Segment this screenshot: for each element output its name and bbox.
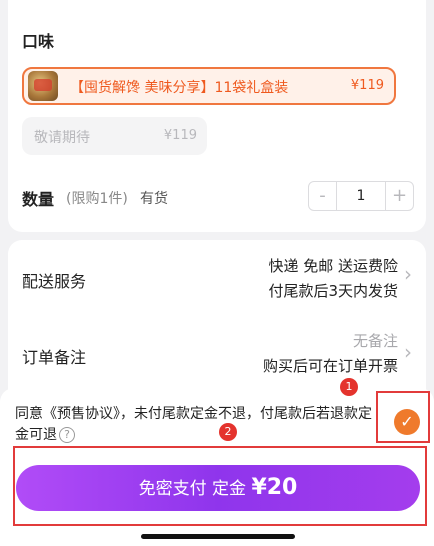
presale-agreement[interactable]: 同意《预售协议》，未付尾款定金不退，付尾款后若退款定金可退?	[15, 404, 375, 446]
delivery-line-2: 付尾款后3天内发货	[268, 282, 398, 300]
flavor-option-label: 敬请期待	[34, 130, 90, 146]
delivery-line-1: 快递 免邮 送运费险	[268, 257, 398, 275]
increment-button[interactable]: +	[385, 182, 413, 210]
chevron-right-icon[interactable]: ›	[404, 340, 412, 364]
flavor-title: 口味	[22, 32, 55, 51]
flavor-option-coming-soon[interactable]: 敬请期待 ¥119	[22, 117, 207, 155]
delivery-label: 配送服务	[22, 272, 87, 291]
flavor-option-price: ¥119	[163, 128, 197, 143]
annotation-badge-1: 1	[340, 378, 358, 396]
remark-line-2: 购买后可在订单开票	[262, 357, 398, 375]
remark-info[interactable]: 无备注 购买后可在订单开票	[263, 329, 398, 379]
stock-status: 有货	[140, 191, 168, 207]
flavor-option-label: 【囤货解馋 美味分享】11袋礼盒装	[70, 80, 289, 96]
home-indicator	[141, 534, 295, 539]
pay-label: 免密支付 定金	[138, 479, 252, 499]
quantity-label: 数量	[22, 190, 55, 209]
decrement-button[interactable]: -	[309, 182, 337, 210]
chevron-right-icon[interactable]: ›	[404, 262, 412, 286]
flavor-option-gift-box[interactable]: 【囤货解馋 美味分享】11袋礼盒装 ¥119	[22, 67, 396, 105]
product-thumbnail	[28, 71, 58, 101]
agreement-checkbox[interactable]: ✓	[394, 409, 420, 435]
quantity-value[interactable]: 1	[337, 182, 385, 210]
checkmark-icon: ✓	[400, 412, 414, 431]
help-icon[interactable]: ?	[59, 427, 75, 443]
delivery-info[interactable]: 快递 免邮 送运费险 付尾款后3天内发货	[268, 254, 398, 304]
remark-line-1: 无备注	[352, 332, 398, 350]
flavor-option-price: ¥119	[350, 78, 384, 93]
quantity-limit: (限购1件)	[66, 191, 128, 207]
pay-amount: ¥20	[251, 475, 298, 500]
quantity-stepper: - 1 +	[308, 181, 414, 211]
remark-label: 订单备注	[22, 348, 87, 367]
annotation-badge-2: 2	[219, 423, 237, 441]
pay-deposit-button[interactable]: 免密支付 定金 ¥20	[16, 465, 420, 511]
